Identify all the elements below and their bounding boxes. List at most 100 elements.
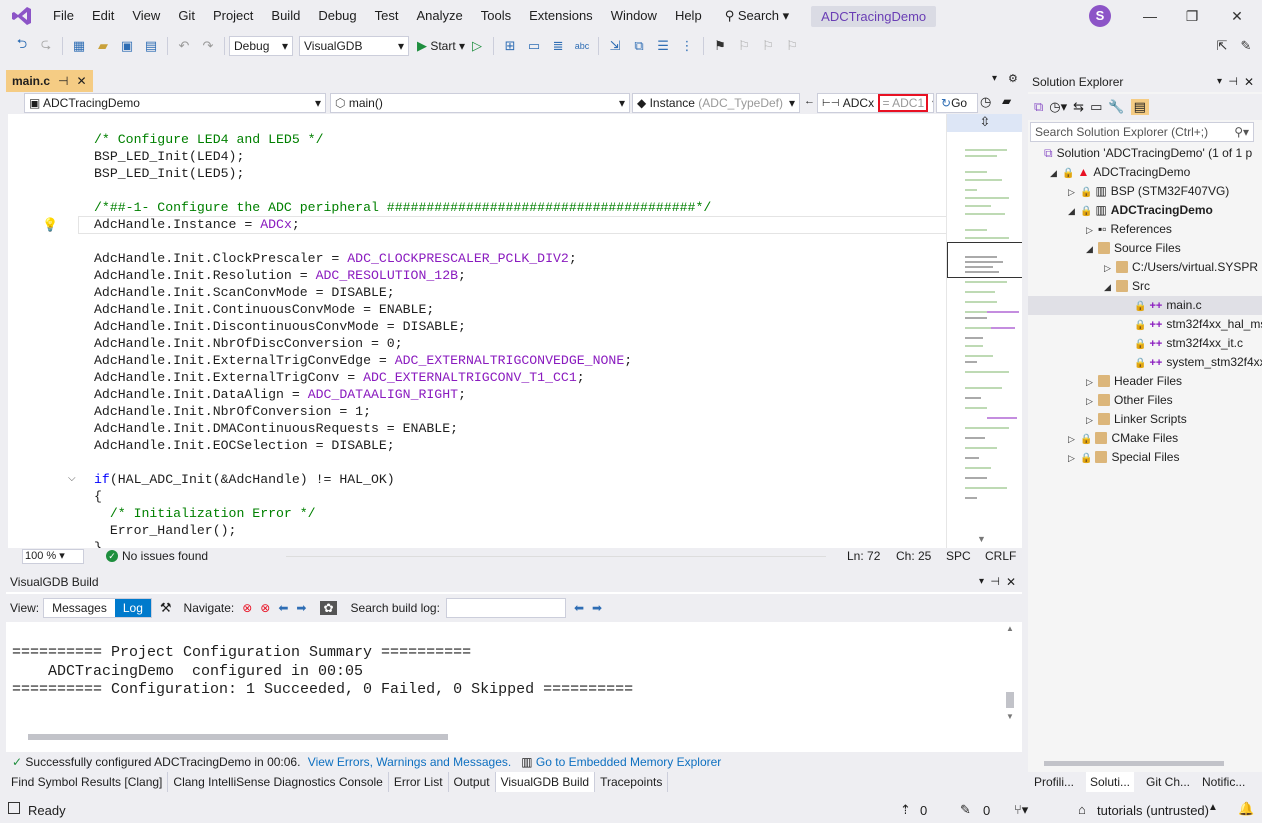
panel-close-icon[interactable]: ✕ [1006, 572, 1016, 592]
menu-debug[interactable]: Debug [309, 0, 365, 32]
code-line[interactable]: AdcHandle.Init.ExternalTrigConvEdge = AD… [94, 352, 711, 369]
se-dropdown-icon[interactable]: ▾ [1217, 72, 1222, 92]
line-ending[interactable]: CRLF [985, 549, 1016, 563]
comment-icon[interactable]: ⋮ [677, 36, 697, 56]
search-next-icon[interactable]: ➡ [592, 601, 602, 615]
vs-switch-icon[interactable]: ⧉ [1034, 99, 1043, 115]
tree-item[interactable]: 🔒++stm32f4xx_hal_msp [1122, 315, 1262, 334]
undo-icon[interactable]: ↶ [174, 36, 194, 56]
timer-icon[interactable]: ◷ [980, 94, 991, 110]
memory-explorer-link[interactable]: Go to Embedded Memory Explorer [536, 755, 721, 769]
restore-icon[interactable]: ❐ [1171, 0, 1213, 32]
properties-icon[interactable]: 🔧 [1108, 99, 1124, 115]
search-prev-icon[interactable]: ⬅ [574, 601, 584, 615]
se-close-icon[interactable]: ✕ [1244, 72, 1254, 92]
tree-item[interactable]: ▷ ▪▫ References [1086, 220, 1172, 239]
copy-icon[interactable]: ⧉ [629, 36, 649, 56]
issues-indicator[interactable]: ✓ No issues found [106, 549, 208, 563]
tree-item[interactable]: ◢ 🔒 ▲ ADCTracingDemo [1050, 163, 1190, 182]
spacing-mode[interactable]: SPC [946, 549, 971, 563]
new-project-icon[interactable]: ▦ [69, 36, 89, 56]
search-button[interactable]: ⚲ Search ▾ [717, 8, 797, 24]
back-icon[interactable]: ⮌ [12, 36, 32, 56]
spell-check-icon[interactable]: abc [572, 36, 592, 56]
menu-extensions[interactable]: Extensions [520, 0, 602, 32]
solution-search-input[interactable]: Search Solution Explorer (Ctrl+;) ⚲▾ [1030, 122, 1254, 142]
next-error-icon[interactable]: ⊗ [260, 601, 270, 615]
clear-bookmark-icon[interactable]: ⚐ [782, 36, 802, 56]
se-tab[interactable]: Profili... [1030, 772, 1078, 792]
code-editor[interactable]: 💡 ⌵ /* Configure LED4 and LED5 */ BSP_LED… [8, 114, 1022, 548]
tree-item[interactable]: 🔒++system_stm32f4xx.c [1122, 353, 1262, 372]
start-button[interactable]: ▶ Start ▾ [417, 38, 465, 54]
bottom-tab[interactable]: Clang IntelliSense Diagnostics Console [168, 772, 389, 792]
code-line[interactable]: /* Configure LED4 and LED5 */ [94, 131, 711, 148]
menu-test[interactable]: Test [366, 0, 408, 32]
menu-analyze[interactable]: Analyze [407, 0, 471, 32]
column-number[interactable]: Ch: 25 [896, 549, 931, 563]
tree-item[interactable]: ▷ 🔒 Special Files [1068, 448, 1179, 467]
redo-icon[interactable]: ↷ [198, 36, 218, 56]
tree-item[interactable]: ◢ 🔒 ▥ ADCTracingDemo [1068, 201, 1213, 220]
minimap[interactable]: ⇳ ▼ [946, 114, 1022, 548]
log-tab[interactable]: Log [114, 599, 151, 617]
forward-icon[interactable]: ⮎ [36, 36, 56, 56]
bottom-tab[interactable]: Tracepoints [595, 772, 669, 792]
code-line[interactable]: if(HAL_ADC_Init(&AdcHandle) != HAL_OK) [94, 471, 711, 488]
code-line[interactable]: { [94, 488, 711, 505]
next-icon[interactable]: ➡ [296, 601, 306, 615]
bottom-tab[interactable]: VisualGDB Build [495, 772, 596, 792]
visual-studio-logo-icon[interactable] [0, 0, 44, 32]
panel-pin-icon[interactable]: ⊣ [990, 572, 1000, 592]
code-line[interactable]: AdcHandle.Init.ExternalTrigConv = ADC_EX… [94, 369, 711, 386]
preview-icon[interactable]: ▤ [1130, 99, 1149, 115]
messages-tab[interactable]: Messages [44, 599, 115, 617]
tools-icon[interactable]: ⚒ [160, 600, 172, 616]
save-icon[interactable]: ▣ [117, 36, 137, 56]
code-line[interactable]: AdcHandle.Init.DiscontinuousConvMode = D… [94, 318, 711, 335]
bottom-tab[interactable]: Output [449, 772, 496, 792]
menu-git[interactable]: Git [169, 0, 204, 32]
next-bookmark-icon[interactable]: ⚐ [758, 36, 778, 56]
zoom-select[interactable]: 100 % ▾ [22, 549, 84, 564]
menu-build[interactable]: Build [262, 0, 309, 32]
collapse-all-icon[interactable]: ▭ [1090, 99, 1102, 115]
feedback-icon[interactable]: ✎ [1236, 36, 1256, 56]
se-tab[interactable]: Soluti... [1086, 772, 1135, 792]
prev-error-icon[interactable]: ⊗ [242, 601, 252, 615]
start-without-debug-icon[interactable]: ▷ [467, 36, 487, 56]
branch-icon[interactable]: ⑂▾ [1014, 802, 1028, 818]
open-folder-icon[interactable]: ▰ [93, 36, 113, 56]
close-tab-icon[interactable]: ✕ [76, 74, 86, 88]
member-select[interactable]: ◆ Instance (ADC_TypeDef) ▾ [632, 93, 800, 113]
tree-item[interactable]: ▷ Header Files [1086, 372, 1182, 391]
palette-icon[interactable]: ✿ [320, 601, 337, 615]
close-icon[interactable]: ✕ [1216, 0, 1258, 32]
collapse-icon[interactable]: ⌵ [68, 473, 76, 484]
tree-item[interactable]: ▷ Linker Scripts [1086, 410, 1187, 429]
branch-name[interactable]: tutorials (untrusted) [1097, 803, 1209, 818]
indent-icon[interactable]: ☰ [653, 36, 673, 56]
tree-item[interactable]: ▷ C:/Users/virtual.SYSPR [1104, 258, 1258, 277]
code-line[interactable]: /*##-1- Configure the ADC peripheral ###… [94, 199, 711, 216]
minimize-icon[interactable]: — [1129, 0, 1171, 32]
panel-dropdown-icon[interactable]: ▾ [979, 572, 984, 592]
code-line[interactable]: BSP_LED_Init(LED5); [94, 165, 711, 182]
avatar[interactable]: S [1089, 5, 1111, 27]
code-line[interactable]: AdcHandle.Init.EOCSelection = DISABLE; [94, 437, 711, 454]
menu-window[interactable]: Window [602, 0, 666, 32]
menu-tools[interactable]: Tools [472, 0, 520, 32]
code-line[interactable]: BSP_LED_Init(LED4); [94, 148, 711, 165]
minimap-viewport[interactable] [947, 242, 1022, 278]
configuration-select[interactable]: Debug ▾ [229, 36, 293, 56]
code-line[interactable]: AdcHandle.Init.NbrOfDiscConversion = 0; [94, 335, 711, 352]
menu-project[interactable]: Project [204, 0, 262, 32]
pin-icon[interactable]: ⊣ [58, 74, 68, 88]
code-line[interactable]: AdcHandle.Init.ClockPrescaler = ADC_CLOC… [94, 250, 711, 267]
tree-item[interactable]: ◢ Source Files [1086, 239, 1181, 258]
tab-dropdown-icon[interactable]: ▾ [992, 73, 997, 84]
tree-item[interactable]: ▷ 🔒 ▥ BSP (STM32F407VG) [1068, 182, 1229, 201]
code-line[interactable]: } [94, 539, 711, 548]
tree-item[interactable]: ▷ Other Files [1086, 391, 1173, 410]
view-errors-link[interactable]: View Errors, Warnings and Messages. [308, 755, 511, 769]
